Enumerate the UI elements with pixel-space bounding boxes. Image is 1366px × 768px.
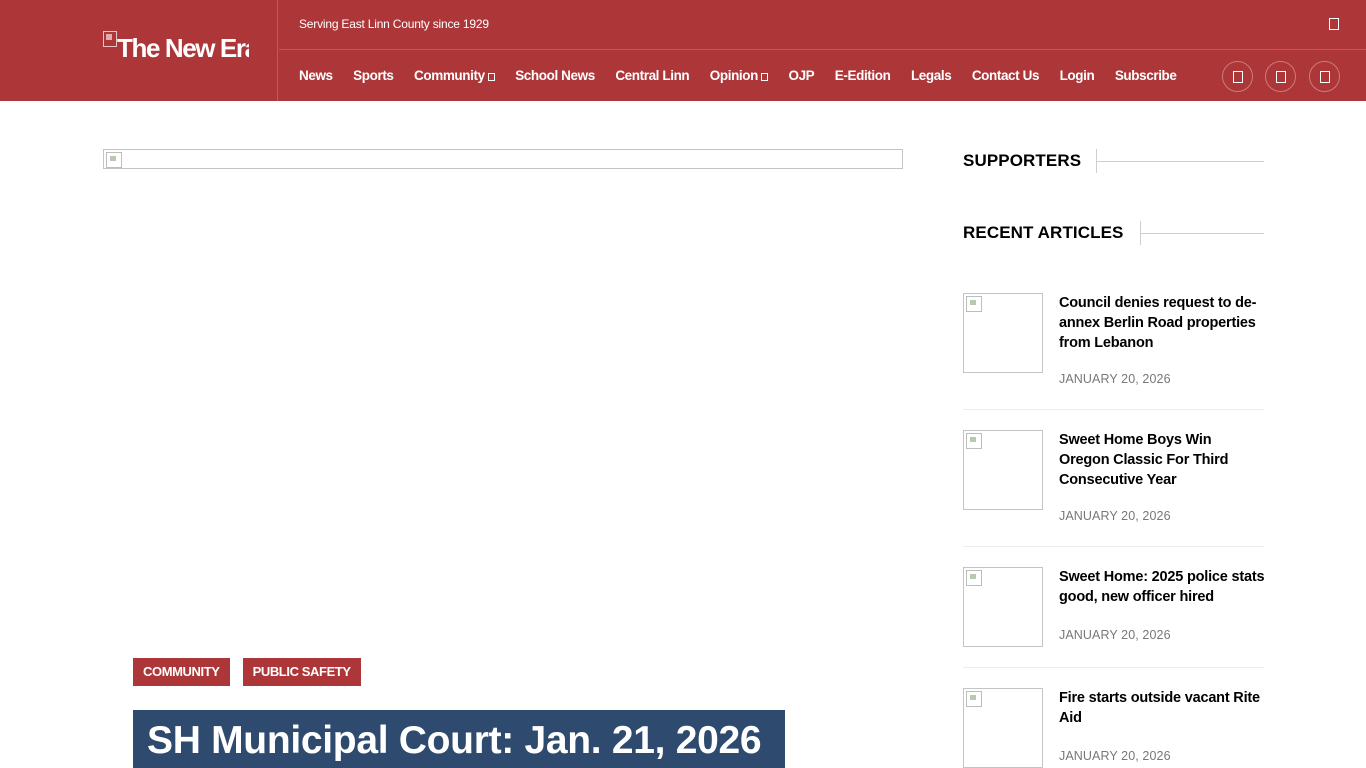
social-link-1[interactable] (1222, 61, 1253, 92)
list-item: Sweet Home: 2025 police stats good, new … (963, 567, 1265, 657)
article-title-box: SH Municipal Court: Jan. 21, 2026 (133, 710, 785, 768)
article-thumbnail[interactable] (963, 567, 1043, 647)
logo-alt-text: The New Era (117, 33, 249, 63)
nav-item-ojp[interactable]: OJP (788, 68, 814, 83)
social-icon (1233, 71, 1243, 83)
top-bar: Serving East Linn County since 1929 (279, 0, 1366, 50)
social-icon (1320, 71, 1330, 83)
category-tag-public-safety[interactable]: PUBLIC SAFETY (242, 658, 361, 686)
nav-item-login[interactable]: Login (1060, 68, 1095, 83)
logo-cell: The New Era (0, 0, 278, 101)
search-icon[interactable] (1329, 18, 1339, 30)
chevron-down-icon (760, 73, 768, 81)
article-link[interactable]: Sweet Home Boys Win Oregon Classic For T… (1059, 430, 1265, 490)
nav-item-news[interactable]: News (299, 68, 333, 83)
list-divider (963, 667, 1264, 668)
nav-item-central-linn[interactable]: Central Linn (615, 68, 689, 83)
nav-item-opinion[interactable]: Opinion (710, 68, 768, 83)
site-logo[interactable]: The New Era (103, 30, 249, 66)
social-icon (1276, 71, 1286, 83)
list-item: Fire starts outside vacant Rite Aid JANU… (963, 688, 1264, 768)
article-date: JANUARY 20, 2026 (1059, 372, 1171, 386)
chevron-down-icon (487, 73, 495, 81)
article-thumbnail[interactable] (963, 430, 1043, 510)
supporters-heading: SUPPORTERS (963, 151, 1082, 170)
nav-item-legals[interactable]: Legals (911, 68, 952, 83)
list-divider (963, 409, 1264, 410)
social-link-3[interactable] (1309, 61, 1340, 92)
article-date: JANUARY 20, 2026 (1059, 749, 1171, 763)
nav-item-subscribe[interactable]: Subscribe (1115, 68, 1177, 83)
featured-image (103, 149, 903, 169)
list-item: Council denies request to de-annex Berli… (963, 293, 1264, 393)
list-divider (963, 546, 1264, 547)
broken-image-icon (966, 296, 982, 312)
broken-image-icon (106, 152, 122, 168)
list-item: Sweet Home Boys Win Oregon Classic For T… (963, 430, 1264, 530)
nav-item-sports[interactable]: Sports (353, 68, 394, 83)
article-link[interactable]: Fire starts outside vacant Rite Aid (1059, 688, 1265, 728)
category-tag-community[interactable]: COMMUNITY (133, 658, 230, 686)
site-header: The New Era Serving East Linn County sin… (0, 0, 1366, 101)
nav-item-school-news[interactable]: School News (515, 68, 595, 83)
social-link-2[interactable] (1265, 61, 1296, 92)
article-link[interactable]: Council denies request to de-annex Berli… (1059, 293, 1265, 353)
nav-item-e-edition[interactable]: E-Edition (835, 68, 891, 83)
article-link[interactable]: Sweet Home: 2025 police stats good, new … (1059, 567, 1265, 607)
article-title: SH Municipal Court: Jan. 21, 2026 (147, 719, 762, 762)
article-date: JANUARY 20, 2026 (1059, 509, 1171, 523)
broken-image-icon (966, 433, 982, 449)
recent-articles-heading: RECENT ARTICLES (963, 223, 1124, 242)
main-nav: News Sports Community School News Centra… (299, 50, 1197, 101)
heading-rule (1097, 161, 1264, 162)
category-tags: COMMUNITY PUBLIC SAFETY (133, 658, 374, 686)
site-tagline: Serving East Linn County since 1929 (299, 17, 489, 31)
article-thumbnail[interactable] (963, 293, 1043, 373)
broken-image-icon (966, 691, 982, 707)
broken-image-icon (103, 31, 117, 47)
article-thumbnail[interactable] (963, 688, 1043, 768)
broken-image-icon (966, 570, 982, 586)
article-date: JANUARY 20, 2026 (1059, 628, 1171, 642)
nav-item-contact-us[interactable]: Contact Us (972, 68, 1040, 83)
heading-rule (1141, 233, 1264, 234)
nav-item-community[interactable]: Community (414, 68, 495, 83)
